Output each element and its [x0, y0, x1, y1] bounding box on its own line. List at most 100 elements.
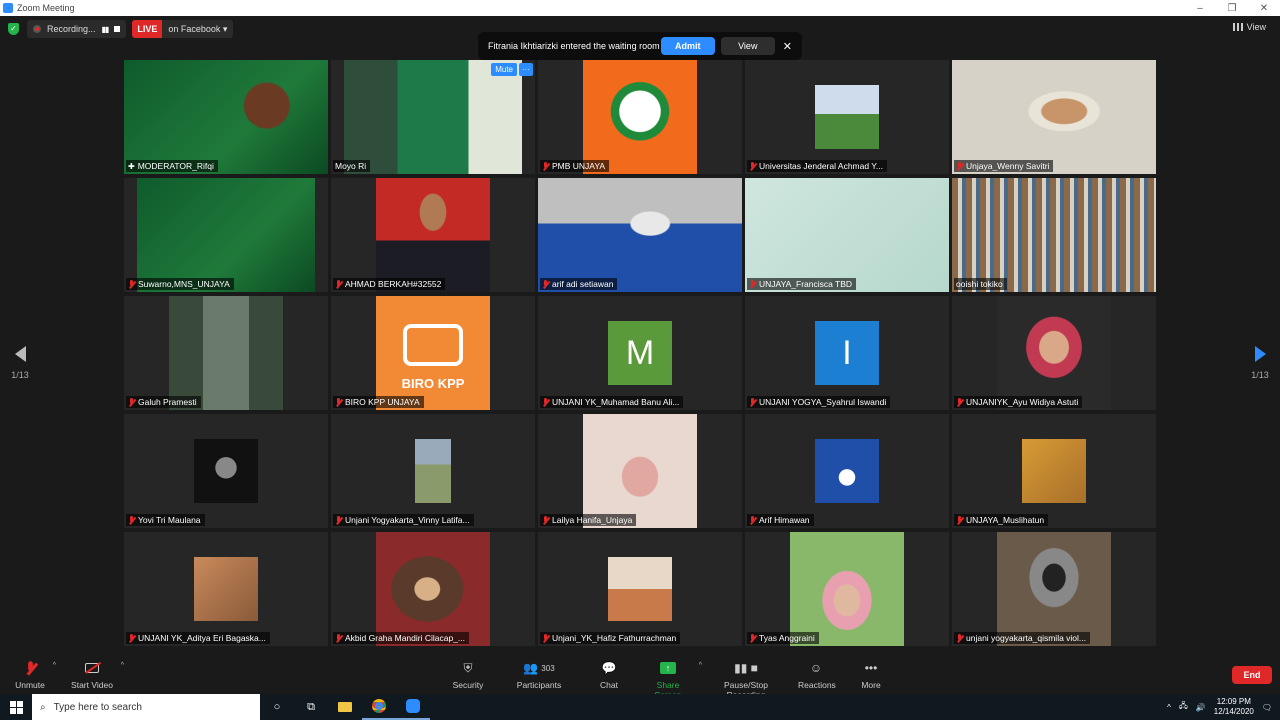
video-options-chevron-icon[interactable]: ^ [121, 662, 124, 669]
reactions-smiley-icon: ☺ [809, 661, 823, 675]
windows-taskbar: ⌕ Type here to search ○ ⧉ ^ 🖧 🔊 12:09 PM… [0, 694, 1280, 720]
participant-tile[interactable]: UNJAYA_Francisca TBD [745, 178, 949, 292]
encryption-shield-icon[interactable]: ✓ [8, 23, 19, 35]
participant-tile[interactable]: PMB UNJAYA [538, 60, 742, 174]
close-window-button[interactable]: ✕ [1248, 3, 1280, 14]
participant-video [997, 532, 1111, 646]
more-button[interactable]: ••• More [860, 660, 882, 690]
mic-muted-icon [128, 633, 135, 643]
participant-tile[interactable]: Akbid Graha Mandiri Cilacap_... [331, 532, 535, 646]
participant-tile[interactable]: Arif Himawan [745, 414, 949, 528]
participant-label: Akbid Graha Mandiri Cilacap_... [333, 632, 470, 644]
mic-muted-icon [749, 633, 756, 643]
live-stream-indicator[interactable]: LIVE on Facebook ▾ [132, 20, 234, 38]
task-view-icon[interactable]: ⧉ [294, 694, 328, 720]
participant-label: UNJAYA_Francisca TBD [747, 278, 857, 290]
file-explorer-icon[interactable] [328, 694, 362, 720]
participant-tile[interactable]: UNJANIYK_Ayu Widiya Astuti [952, 296, 1156, 410]
participant-tile[interactable]: Mute ··· Moyo Ri [331, 60, 535, 174]
view-waiting-room-button[interactable]: View [720, 37, 775, 55]
clock-date: 12/14/2020 [1213, 707, 1254, 716]
participant-label: PMB UNJAYA [540, 160, 610, 172]
unmute-label: Unmute [15, 680, 45, 690]
participant-video [194, 439, 258, 503]
stop-recording-icon[interactable] [114, 26, 121, 32]
network-icon[interactable]: 🖧 [1179, 700, 1188, 714]
mic-muted-icon [956, 397, 963, 407]
chat-button[interactable]: 💬 Chat [598, 660, 620, 690]
participant-tile[interactable]: Galuh Pramesti [124, 296, 328, 410]
participant-label: Unjani_YK_Hafiz Fathurrachman [540, 632, 681, 644]
participant-video [790, 532, 904, 646]
unmute-button[interactable]: Unmute ^ [14, 660, 56, 690]
end-meeting-button[interactable]: End [1232, 666, 1272, 684]
mic-muted-icon [335, 397, 342, 407]
participants-label: Participants [516, 680, 562, 690]
taskbar-search-box[interactable]: ⌕ Type here to search [32, 694, 260, 720]
participant-tile[interactable]: Tyas Anggraini [745, 532, 949, 646]
mic-muted-icon [749, 515, 756, 525]
zoom-taskbar-icon[interactable] [396, 694, 430, 720]
participant-tile[interactable]: ooishi tokiko [952, 178, 1156, 292]
share-options-chevron-icon[interactable]: ^ [699, 662, 702, 669]
participant-tile[interactable]: Universitas Jenderal Achmad Y... [745, 60, 949, 174]
participant-tile[interactable]: BIRO KPP BIRO KPP UNJAYA [331, 296, 535, 410]
notifications-icon[interactable]: 🗨 [1262, 703, 1272, 712]
mic-muted-icon [956, 633, 963, 643]
participant-video [376, 532, 490, 646]
start-video-button[interactable]: Start Video ^ [70, 660, 124, 690]
participant-tile[interactable]: M UNJANI YK_Muhamad Banu Ali... [538, 296, 742, 410]
taskbar-clock[interactable]: 12:09 PM 12/14/2020 [1214, 697, 1254, 717]
live-target: on Facebook ▾ [168, 23, 228, 34]
participant-video [583, 414, 697, 528]
admit-button[interactable]: Admit [660, 37, 715, 55]
participant-video [344, 60, 522, 174]
security-button[interactable]: ⛨ Security [452, 660, 484, 691]
participant-tile[interactable]: Suwarno,MNS_UNJAYA [124, 178, 328, 292]
cortana-icon[interactable]: ○ [260, 694, 294, 720]
participant-label: Suwarno,MNS_UNJAYA [126, 278, 234, 290]
participant-label: UNJANIYK_Ayu Widiya Astuti [954, 396, 1083, 408]
participant-label: ooishi tokiko [954, 278, 1007, 290]
mic-muted-icon [956, 161, 963, 171]
pause-recording-icon[interactable]: ▮▮ [102, 25, 110, 34]
participant-tile[interactable]: arif adi setiawan [538, 178, 742, 292]
participant-label: Arif Himawan [747, 514, 814, 526]
participant-tile[interactable]: Unjani Yogyakarta_Vinny Latifa... [331, 414, 535, 528]
mic-muted-icon [542, 633, 549, 643]
participant-label: Moyo Ri [333, 160, 371, 172]
reactions-button[interactable]: ☺ Reactions [798, 660, 836, 690]
arrow-left-icon [14, 346, 26, 362]
view-button[interactable]: View [1232, 22, 1266, 32]
participant-video [169, 296, 283, 410]
participant-video [376, 178, 490, 292]
volume-icon[interactable]: 🔊 [1196, 703, 1206, 712]
participants-button[interactable]: 👥 303 Participants [516, 660, 562, 690]
participant-tile[interactable]: AHMAD BERKAH#32552 [331, 178, 535, 292]
participant-tile[interactable]: ✚ MODERATOR_Rifqi [124, 60, 328, 174]
tray-chevron-icon[interactable]: ^ [1167, 703, 1171, 712]
mute-participant-button[interactable]: Mute [491, 63, 517, 76]
participant-tile[interactable]: Unjani_YK_Hafiz Fathurrachman [538, 532, 742, 646]
next-page-button[interactable]: 1/13 [1248, 346, 1272, 380]
participant-tile[interactable]: Lailya Hanifa_Unjaya [538, 414, 742, 528]
close-notification-icon[interactable]: ✕ [783, 40, 792, 53]
chrome-icon[interactable] [362, 694, 396, 720]
participant-tile[interactable]: Yovi Tri Maulana [124, 414, 328, 528]
restore-button[interactable]: ❐ [1216, 3, 1248, 14]
windows-start-button[interactable] [0, 694, 32, 720]
mic-muted-icon [542, 161, 549, 171]
previous-page-button[interactable]: 1/13 [8, 346, 32, 380]
mic-muted-icon [335, 633, 342, 643]
participant-tile[interactable]: UNJANI YK_Aditya Eri Bagaska... [124, 532, 328, 646]
participant-tile[interactable]: I UNJANI YOGYA_Syahrul Iswandi [745, 296, 949, 410]
audio-options-chevron-icon[interactable]: ^ [53, 662, 56, 669]
mic-muted-icon [749, 161, 756, 171]
page-indicator-left: 1/13 [11, 370, 29, 380]
more-options-button[interactable]: ··· [519, 63, 533, 76]
participant-tile[interactable]: Unjaya_Wenny Savitri [952, 60, 1156, 174]
participant-tile[interactable]: unjani yogyakarta_qismila viol... [952, 532, 1156, 646]
minimize-button[interactable]: – [1184, 3, 1216, 14]
participant-tile[interactable]: UNJAYA_Muslihatun [952, 414, 1156, 528]
mic-muted-icon [542, 397, 549, 407]
